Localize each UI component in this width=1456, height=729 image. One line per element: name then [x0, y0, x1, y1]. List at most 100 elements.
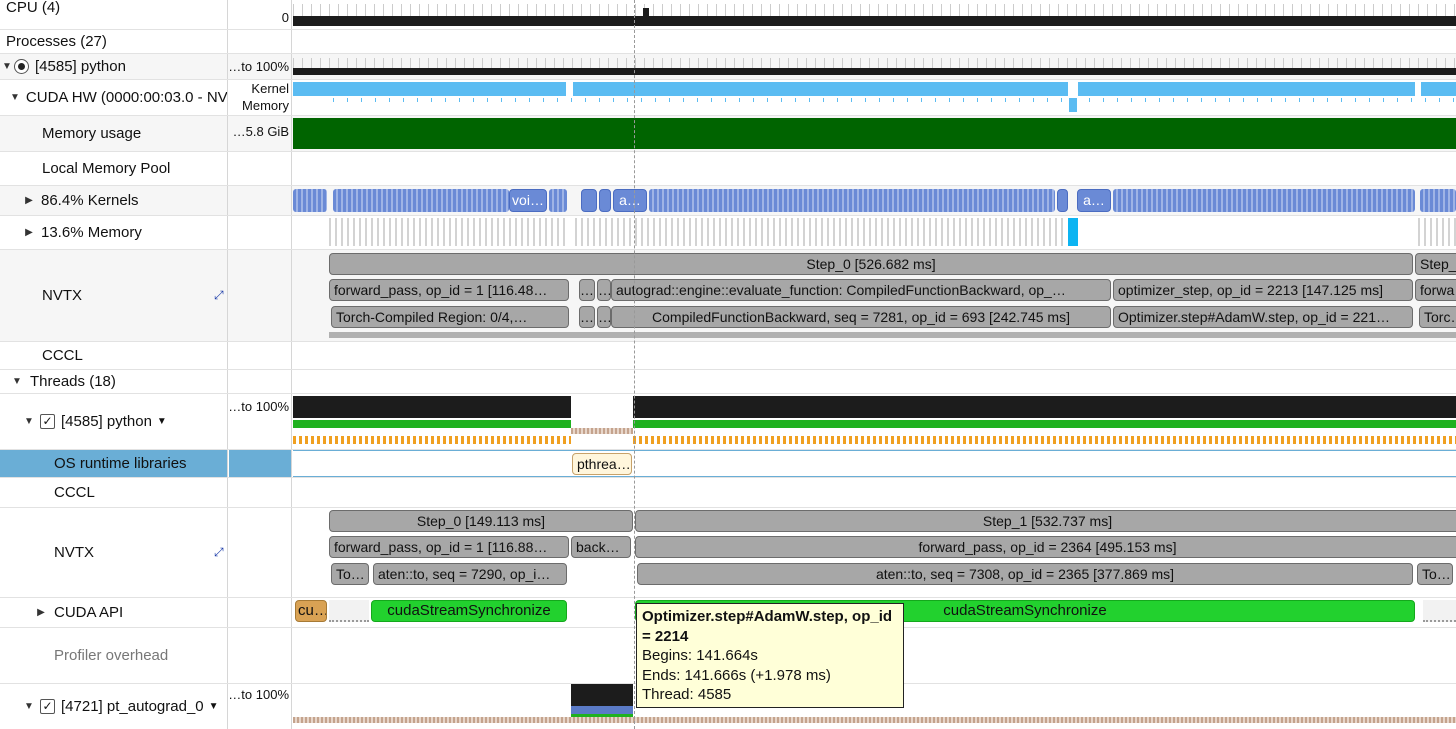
thread-python-track[interactable]	[293, 394, 1456, 449]
kernel-event-voi[interactable]: voi…	[509, 189, 547, 212]
row-label[interactable]: ▼ ✓ [4585] python ▼	[0, 394, 228, 449]
memory-op-highlight	[1068, 218, 1078, 246]
thread-python-scale-value: …to 100%	[229, 399, 289, 414]
row-label[interactable]: ▶ 13.6% Memory	[0, 216, 228, 249]
nvtx-event[interactable]: Step_…	[1415, 253, 1456, 275]
cuda-hw-track[interactable]	[293, 80, 1456, 115]
collapse-arrow-icon[interactable]: ▼	[0, 61, 14, 72]
row-label[interactable]: ▼ Threads (18)	[0, 370, 228, 393]
expand-view-icon[interactable]: ⤢	[214, 545, 224, 560]
nvtx-event[interactable]: …	[579, 279, 595, 301]
expand-arrow-icon[interactable]: ▶	[22, 195, 36, 206]
nvtx-hw-track[interactable]: Step_0 [526.682 ms] Step_… forward_pass,…	[293, 250, 1456, 341]
expand-arrow-icon[interactable]: ▶	[34, 607, 48, 618]
row-nvtx-hw: NVTX ⤢ Step_0 [526.682 ms] Step_… forwar…	[0, 250, 1456, 342]
nvtx-event[interactable]: back…	[571, 536, 631, 558]
row-label[interactable]: ▼ [4585] python	[0, 54, 228, 79]
row-label[interactable]: NVTX ⤢	[0, 250, 228, 341]
expand-view-icon[interactable]: ⤢	[214, 288, 224, 303]
cuda-api-event[interactable]: cu…	[295, 600, 327, 622]
kernel-bar-2	[573, 82, 1068, 96]
nvtx-event[interactable]: …	[597, 306, 611, 328]
nvtx-event[interactable]: Step_0 [526.682 ms]	[329, 253, 1413, 275]
nvtx-event[interactable]: forward_pass, op_id = 2364 [495.153 ms]	[635, 536, 1456, 558]
profiler-overhead-label: Profiler overhead	[54, 647, 169, 664]
nvtx-event[interactable]: …	[579, 306, 595, 328]
process-python-track[interactable]	[293, 54, 1456, 79]
memory-label: 13.6% Memory	[41, 224, 142, 241]
row-label[interactable]: Local Memory Pool	[0, 152, 228, 185]
nvtx-event[interactable]: Torc…	[1419, 306, 1456, 328]
nvtx-event[interactable]: To…	[331, 563, 369, 585]
row-label[interactable]: Profiler overhead	[0, 628, 228, 683]
row-label[interactable]: NVTX ⤢	[0, 508, 228, 597]
thread-samples-2	[633, 436, 1456, 444]
tooltip-thread: Thread: 4585	[642, 686, 732, 703]
cuda-api-label: CUDA API	[54, 604, 124, 621]
radio-icon[interactable]	[14, 59, 29, 74]
nvtx-event[interactable]: CompiledFunctionBackward, seq = 7281, op…	[611, 306, 1111, 328]
cpu-track[interactable]	[293, 0, 1456, 29]
thread-state-bar-1	[293, 420, 571, 428]
kernel-event-small-3[interactable]	[1057, 189, 1068, 212]
row-label[interactable]: CCCL	[0, 478, 228, 507]
nvtx-event[interactable]: Step_1 [532.737 ms]	[635, 510, 1456, 532]
row-label[interactable]: ▼ ✓ [4721] pt_autograd_0 ▼	[0, 684, 228, 729]
thread-cpu-bar-1	[293, 396, 571, 418]
memory-usage-track[interactable]	[293, 116, 1456, 151]
os-runtime-event[interactable]: pthrea…	[572, 453, 632, 475]
nvtx-event[interactable]: forwa…	[1415, 279, 1456, 301]
nvtx-event[interactable]: aten::to, seq = 7290, op_i…	[373, 563, 567, 585]
thread-state-bar-2	[633, 420, 1456, 428]
expand-arrow-icon[interactable]: ▶	[22, 227, 36, 238]
cuda-hw-legend: Kernel Memory	[229, 80, 292, 115]
collapse-arrow-icon[interactable]: ▼	[10, 92, 20, 103]
nvtx-event[interactable]: …	[597, 279, 611, 301]
nvtx-event[interactable]: Optimizer.step#AdamW.step, op_id = 221…	[1113, 306, 1413, 328]
kernel-event-a1[interactable]: a…	[613, 189, 647, 212]
dropdown-arrow-icon[interactable]: ▼	[157, 416, 167, 427]
memory-ticks	[333, 98, 1456, 102]
nvtx-event[interactable]: Step_0 [149.113 ms]	[329, 510, 633, 532]
event-tooltip: Optimizer.step#AdamW.step, op_id = 2214 …	[636, 603, 904, 708]
row-label[interactable]: ▶ CUDA API	[0, 598, 228, 627]
kernel-event-a2[interactable]: a…	[1077, 189, 1111, 212]
checkbox-icon[interactable]: ✓	[40, 699, 55, 714]
nvtx-event[interactable]: optimizer_step, op_id = 2213 [147.125 ms…	[1113, 279, 1413, 301]
nvtx-thread-track[interactable]: Step_0 [149.113 ms] Step_1 [532.737 ms] …	[293, 508, 1456, 597]
cuda-api-scale	[229, 598, 292, 627]
row-label[interactable]: ▼ CUDA HW (0000:00:03.0 - NVIDIA	[0, 80, 228, 115]
thread-cpu-bar-2	[633, 396, 1456, 418]
row-thread-python: ▼ ✓ [4585] python ▼ …to 100%	[0, 394, 1456, 450]
memory-track[interactable]	[293, 216, 1456, 249]
collapse-arrow-icon[interactable]: ▼	[10, 376, 24, 387]
nvtx-event[interactable]: autograd::engine::evaluate_function: Com…	[611, 279, 1111, 301]
row-label[interactable]: CPU (4)	[0, 0, 228, 29]
cuda-api-event[interactable]: cudaStreamSynchronize	[371, 600, 567, 622]
collapse-arrow-icon[interactable]: ▼	[22, 701, 36, 712]
row-label[interactable]: ▶ 86.4% Kernels	[0, 186, 228, 215]
process-python-scale: …to 100%	[229, 54, 292, 79]
nvtx-thread-label: NVTX	[54, 544, 95, 561]
nvtx-event[interactable]: aten::to, seq = 7308, op_id = 2365 [377.…	[637, 563, 1413, 585]
nvtx-event[interactable]: forward_pass, op_id = 1 [116.48…	[329, 279, 569, 301]
process-usage-ticks	[293, 58, 1456, 68]
row-label[interactable]: Memory usage	[0, 116, 228, 151]
dropdown-arrow-icon[interactable]: ▼	[209, 701, 219, 712]
kernel-event-small-1[interactable]	[581, 189, 597, 212]
checkbox-icon[interactable]: ✓	[40, 414, 55, 429]
nvtx-event[interactable]: Torch-Compiled Region: 0/4,…	[331, 306, 569, 328]
kernel-bar-1	[293, 82, 566, 96]
kernel-event-small-2[interactable]	[599, 189, 611, 212]
nvtx-depth-bar	[329, 332, 1456, 338]
row-label[interactable]: OS runtime libraries	[0, 450, 228, 477]
row-memory-usage: Memory usage …5.8 GiB	[0, 116, 1456, 152]
row-label[interactable]: Processes (27)	[0, 30, 228, 53]
local-memory-pool-scale	[229, 152, 292, 185]
collapse-arrow-icon[interactable]: ▼	[22, 416, 36, 427]
row-label[interactable]: CCCL	[0, 342, 228, 369]
nvtx-event[interactable]: forward_pass, op_id = 1 [116.88…	[329, 536, 569, 558]
os-runtime-track[interactable]: pthrea…	[293, 450, 1456, 477]
kernels-track[interactable]: voi… a… a…	[293, 186, 1456, 215]
nvtx-event[interactable]: To…	[1417, 563, 1453, 585]
